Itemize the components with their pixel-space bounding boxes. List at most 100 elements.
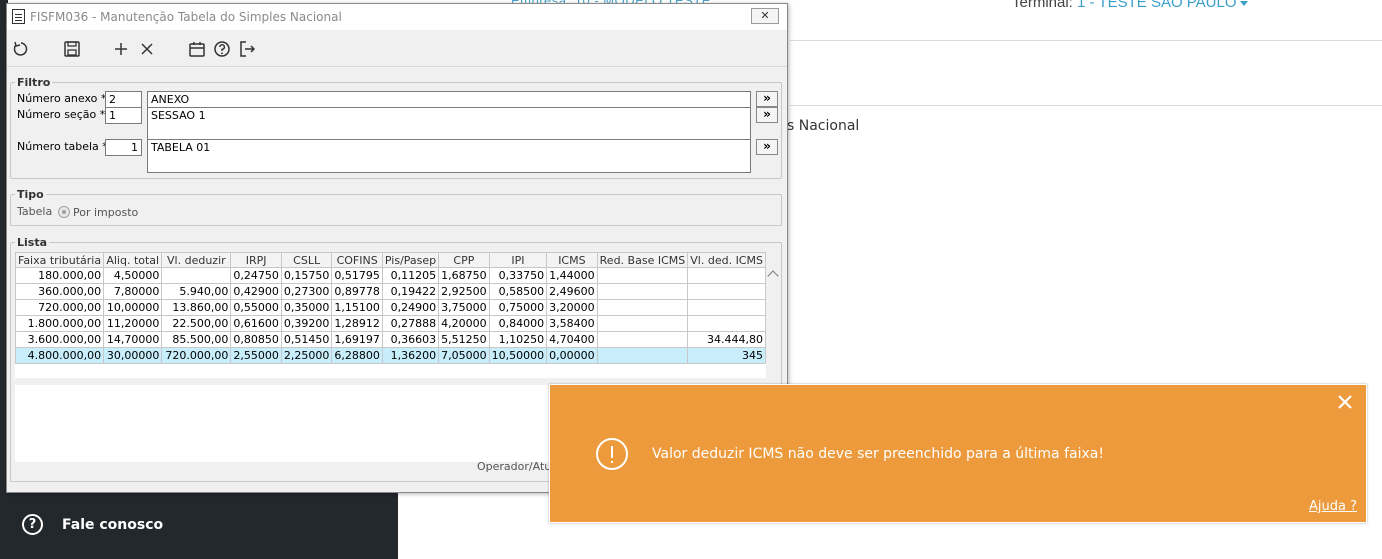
table-cell[interactable]: [687, 267, 766, 284]
column-header[interactable]: ICMS: [546, 252, 598, 268]
table-cell[interactable]: 0,24900: [381, 299, 440, 316]
table-cell[interactable]: 0,42900: [230, 283, 282, 300]
table-cell[interactable]: [596, 283, 689, 300]
help-link[interactable]: Ajuda ?: [1309, 499, 1357, 514]
table-cell[interactable]: 0,15750: [280, 267, 333, 284]
table-cell[interactable]: [596, 315, 689, 332]
table-cell[interactable]: 1,69197: [331, 331, 383, 348]
table-cell[interactable]: 180.000,00: [15, 267, 105, 284]
save-icon[interactable]: [62, 39, 82, 59]
table-row[interactable]: 360.000,00 7,80000 5.940,00 0,42900 0,27300 0…: [15, 283, 766, 300]
close-icon[interactable]: [137, 39, 157, 59]
table-cell[interactable]: [687, 299, 766, 316]
secao-input[interactable]: 1: [105, 107, 142, 124]
table-cell[interactable]: 4.800.000,00: [15, 347, 105, 364]
tabela-lookup-button[interactable]: »: [756, 139, 778, 155]
table-cell[interactable]: 0,27888: [381, 315, 440, 332]
table-cell[interactable]: 0,24750: [230, 267, 282, 284]
table-cell[interactable]: 34.444,80: [687, 331, 766, 348]
table-cell[interactable]: 6,28800: [331, 347, 383, 364]
table-cell[interactable]: 1,10250: [488, 331, 548, 348]
table-cell[interactable]: 0,35000: [280, 299, 333, 316]
table-cell[interactable]: [596, 299, 689, 316]
table-cell[interactable]: 1,36200: [381, 347, 440, 364]
table-cell[interactable]: 0,11205: [381, 267, 440, 284]
table-cell[interactable]: 1,68750: [438, 267, 490, 284]
table-cell[interactable]: 0,51795: [331, 267, 383, 284]
table-cell[interactable]: 5.940,00: [161, 283, 232, 300]
table-cell[interactable]: 0,80850: [230, 331, 282, 348]
table-cell[interactable]: 0,39200: [280, 315, 333, 332]
table-cell[interactable]: 1.800.000,00: [15, 315, 105, 332]
table-row[interactable]: 1.800.000,00 11,20000 22.500,00 0,61600 0,39…: [15, 315, 766, 332]
table-cell[interactable]: 7,80000: [103, 283, 163, 300]
table-row[interactable]: 180.000,00 4,50000 0,24750 0,15750 0,51795 0,…: [15, 267, 766, 284]
table-row[interactable]: 4.800.000,00 30,00000 720.000,00 2,55000 2,2…: [15, 347, 766, 364]
column-header[interactable]: Red. Base ICMS: [596, 252, 689, 268]
table-cell[interactable]: 720.000,00: [15, 299, 105, 316]
table-cell[interactable]: 3,20000: [546, 299, 598, 316]
column-header[interactable]: Faixa tributária: [15, 252, 105, 268]
table-cell[interactable]: 360.000,00: [15, 283, 105, 300]
table-cell[interactable]: 4,20000: [438, 315, 490, 332]
table-cell[interactable]: 0,75000: [488, 299, 548, 316]
table-cell[interactable]: 0,51450: [280, 331, 333, 348]
column-header[interactable]: Aliq. total: [103, 252, 163, 268]
terminal-value[interactable]: 1 - TESTE SÃO PAULO: [1077, 0, 1237, 11]
table-cell[interactable]: 10,00000: [103, 299, 163, 316]
table-row[interactable]: 3.600.000,00 14,70000 85.500,00 0,80850 0,51…: [15, 331, 766, 348]
dialog-titlebar[interactable]: FISFM036 - Manutenção Tabela do Simples …: [7, 4, 787, 30]
por-imposto-radio[interactable]: [58, 206, 70, 218]
column-header[interactable]: Vl. ded. ICMS: [687, 252, 766, 268]
column-header[interactable]: IRPJ: [230, 252, 282, 268]
table-cell[interactable]: 3,58400: [546, 315, 598, 332]
table-cell[interactable]: 13.860,00: [161, 299, 232, 316]
fale-conosco-bar[interactable]: ? Fale conosco: [0, 493, 398, 559]
anexo-input[interactable]: 2: [105, 91, 142, 108]
column-header[interactable]: CPP: [438, 252, 490, 268]
table-cell[interactable]: 11,20000: [103, 315, 163, 332]
table-row[interactable]: 720.000,00 10,00000 13.860,00 0,55000 0,3500…: [15, 299, 766, 316]
table-cell[interactable]: [687, 315, 766, 332]
table-cell[interactable]: 0,00000: [546, 347, 598, 364]
table-cell[interactable]: 0,36603: [381, 331, 440, 348]
column-header[interactable]: CSLL: [280, 252, 333, 268]
table-cell[interactable]: [687, 283, 766, 300]
table-cell[interactable]: 1,15100: [331, 299, 383, 316]
table-cell[interactable]: 0,84000: [488, 315, 548, 332]
column-header[interactable]: COFINS: [331, 252, 383, 268]
plus-icon[interactable]: [111, 39, 131, 59]
table-cell[interactable]: 4,70400: [546, 331, 598, 348]
table-cell[interactable]: [596, 347, 689, 364]
table-cell[interactable]: 2,55000: [230, 347, 282, 364]
table-cell[interactable]: 0,55000: [230, 299, 282, 316]
table-cell[interactable]: 0,19422: [381, 283, 440, 300]
table-cell[interactable]: 1,28912: [331, 315, 383, 332]
terminal-selector[interactable]: Terminal: 1 - TESTE SÃO PAULO: [1012, 0, 1248, 11]
table-cell[interactable]: 10,50000: [488, 347, 548, 364]
column-header[interactable]: IPI: [488, 252, 548, 268]
table-cell[interactable]: [596, 267, 689, 284]
table-cell[interactable]: 2,25000: [280, 347, 333, 364]
table-cell[interactable]: 2,49600: [546, 283, 598, 300]
table-cell[interactable]: 0,61600: [230, 315, 282, 332]
column-header[interactable]: Pis/Pasep: [381, 252, 440, 268]
column-header[interactable]: Vl. deduzir: [161, 252, 232, 268]
calendar-icon[interactable]: [187, 39, 207, 59]
table-cell[interactable]: 720.000,00: [161, 347, 232, 364]
tabela-input[interactable]: 1: [105, 139, 142, 156]
table-cell[interactable]: 85.500,00: [161, 331, 232, 348]
table-cell[interactable]: 5,51250: [438, 331, 490, 348]
refresh-icon[interactable]: [11, 39, 31, 59]
table-cell[interactable]: 30,00000: [103, 347, 163, 364]
table-cell[interactable]: 3,75000: [438, 299, 490, 316]
table-cell[interactable]: [161, 267, 232, 284]
table-cell[interactable]: 0,58500: [488, 283, 548, 300]
table-cell[interactable]: 1,44000: [546, 267, 598, 284]
table-cell[interactable]: 14,70000: [103, 331, 163, 348]
table-cell[interactable]: 3.600.000,00: [15, 331, 105, 348]
table-cell[interactable]: 0,89778: [331, 283, 383, 300]
table-cell[interactable]: 0,27300: [280, 283, 333, 300]
dialog-close-button[interactable]: ✕: [751, 8, 779, 24]
table-cell[interactable]: 7,05000: [438, 347, 490, 364]
